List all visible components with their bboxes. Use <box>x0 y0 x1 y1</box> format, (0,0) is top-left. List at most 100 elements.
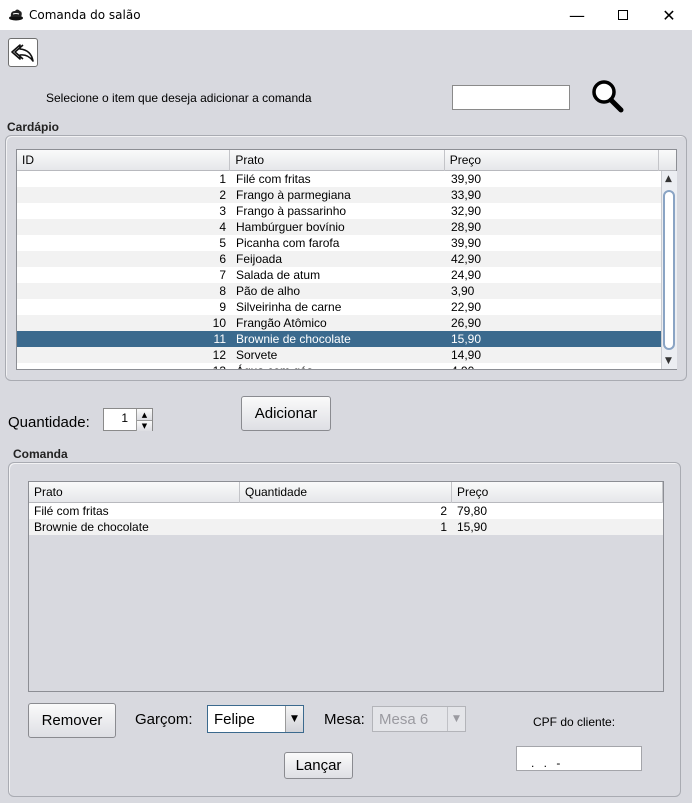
table-row[interactable]: 13Água com gás4,90 <box>17 363 676 369</box>
row-prato: Picanha com farofa <box>236 236 340 250</box>
row-preco: 15,90 <box>451 332 482 346</box>
table-row[interactable]: 3 Frango à passarinho 32,90 <box>17 203 676 219</box>
row-preco: 39,90 <box>451 172 482 186</box>
scroll-down-icon[interactable]: ▼ <box>665 356 672 366</box>
cardapio-title: Cardápio <box>7 120 60 134</box>
cardapio-body: 1 Filé com fritas 39,90 2 Frango à parmegian… <box>17 171 676 369</box>
row-quantidade: 2 <box>440 504 447 518</box>
row-preco: 33,90 <box>451 188 482 202</box>
row-prato: Filé com fritas <box>236 172 311 186</box>
row-prato: Brownie de chocolate <box>236 332 351 346</box>
quantidade-value[interactable]: 1 <box>106 411 128 425</box>
close-icon: ✕ <box>662 5 676 25</box>
table-row[interactable]: 7 Salada de atum 24,90 <box>17 267 676 283</box>
table-row[interactable]: 5 Picanha com farofa 39,90 <box>17 235 676 251</box>
garcom-select[interactable]: Felipe ▼ <box>207 705 304 733</box>
table-row[interactable]: 11 Brownie de chocolate 15,90 <box>17 331 676 347</box>
row-prato: Água com gás <box>231 363 446 369</box>
scroll-up-icon[interactable]: ▲ <box>665 174 672 184</box>
garcom-value: Felipe <box>214 710 255 728</box>
row-preco: 39,90 <box>451 236 482 250</box>
window-title: Comanda do salão <box>29 8 141 22</box>
table-row[interactable]: Brownie de chocolate 1 15,90 <box>29 519 663 535</box>
search-icon <box>592 80 624 113</box>
comanda-table: Prato Quantidade Preço Filé com fritas 2 7… <box>28 481 664 692</box>
table-row[interactable]: 12 Sorvete 14,90 <box>17 347 676 363</box>
row-prato: Frangão Atômico <box>236 316 327 330</box>
back-button[interactable] <box>8 38 38 67</box>
column-header-prato[interactable]: Prato <box>230 150 445 171</box>
mesa-value: Mesa 6 <box>379 710 429 728</box>
row-prato: Silveirinha de carne <box>236 300 342 314</box>
row-preco: 32,90 <box>451 204 482 218</box>
row-prato: Frango à passarinho <box>236 204 347 218</box>
table-row[interactable]: 9 Silveirinha de carne 22,90 <box>17 299 676 315</box>
column-header-preco[interactable]: Preço <box>445 150 660 171</box>
table-row[interactable]: 4 Hambúrguer bovínio 28,90 <box>17 219 676 235</box>
quantidade-label: Quantidade: <box>8 414 90 431</box>
row-id: 13 <box>17 363 231 369</box>
minimize-icon: — <box>569 5 585 25</box>
comanda-title: Comanda <box>13 447 68 461</box>
row-preco: 14,90 <box>451 348 482 362</box>
maximize-button[interactable] <box>600 0 646 30</box>
row-prato: Brownie de chocolate <box>34 520 149 534</box>
table-row[interactable]: 2 Frango à parmegiana 33,90 <box>17 187 676 203</box>
comanda-body: Filé com fritas 2 79,80 Brownie de chocolat… <box>29 503 663 535</box>
spinner-up-icon[interactable]: ▲ <box>136 409 152 420</box>
row-preco: 24,90 <box>451 268 482 282</box>
cpf-label: CPF do cliente: <box>533 715 616 729</box>
column-header-quantidade[interactable]: Quantidade <box>240 482 452 503</box>
table-row[interactable]: Filé com fritas 2 79,80 <box>29 503 663 519</box>
row-id: 5 <box>219 236 226 250</box>
row-prato: Frango à parmegiana <box>236 188 351 202</box>
row-prato: Salada de atum <box>236 268 321 282</box>
table-row[interactable]: 8 Pão de alho 3,90 <box>17 283 676 299</box>
row-id: 2 <box>219 188 226 202</box>
row-preco: 79,80 <box>457 504 488 518</box>
row-prato: Sorvete <box>236 348 278 362</box>
minimize-button[interactable]: — <box>554 0 600 30</box>
row-preco: 22,90 <box>451 300 482 314</box>
scroll-thumb[interactable] <box>663 190 675 350</box>
cardapio-header: ID Prato Preço <box>17 150 676 171</box>
row-prato: Feijoada <box>236 252 283 266</box>
table-row[interactable]: 10 Frangão Atômico 26,90 <box>17 315 676 331</box>
lancar-button[interactable]: Lançar <box>284 752 353 779</box>
row-id: 12 <box>212 348 226 362</box>
cardapio-table: ID Prato Preço 1 Filé com fritas 39,90 2 Fra… <box>16 149 677 370</box>
mesa-select[interactable]: Mesa 6 ▼ <box>372 706 466 732</box>
row-id: 11 <box>213 332 226 346</box>
row-preco: 26,90 <box>451 316 482 330</box>
row-preco: 28,90 <box>451 220 482 234</box>
row-id: 3 <box>219 204 226 218</box>
close-button[interactable]: ✕ <box>646 0 692 30</box>
row-id: 1 <box>219 172 226 186</box>
spinner-down-icon[interactable]: ▼ <box>136 420 152 431</box>
adicionar-button[interactable]: Adicionar <box>241 396 331 431</box>
row-preco: 42,90 <box>451 252 482 266</box>
search-prompt: Selecione o item que deseja adicionar a … <box>46 91 312 105</box>
search-button[interactable] <box>590 79 624 113</box>
back-arrow-icon <box>11 43 34 62</box>
comanda-header: Prato Quantidade Preço <box>29 482 663 503</box>
remover-button[interactable]: Remover <box>28 703 116 738</box>
mesa-label: Mesa: <box>324 711 365 728</box>
row-id: 4 <box>219 220 226 234</box>
row-prato: Pão de alho <box>236 284 301 298</box>
row-preco: 3,90 <box>451 284 475 298</box>
header-corner <box>659 150 676 171</box>
column-header-preco[interactable]: Preço <box>452 482 663 503</box>
row-prato: Hambúrguer bovínio <box>236 220 345 234</box>
garcom-label: Garçom: <box>135 711 193 728</box>
maximize-icon <box>618 10 628 20</box>
cpf-input[interactable]: . . - <box>516 746 642 771</box>
row-id: 10 <box>212 316 226 330</box>
table-row[interactable]: 6 Feijoada 42,90 <box>17 251 676 267</box>
table-row[interactable]: 1 Filé com fritas 39,90 <box>17 171 676 187</box>
row-id: 6 <box>219 252 226 266</box>
row-preco: 4,90 <box>446 363 661 369</box>
search-input[interactable] <box>452 85 570 110</box>
column-header-id[interactable]: ID <box>17 150 231 171</box>
column-header-prato[interactable]: Prato <box>29 482 240 503</box>
